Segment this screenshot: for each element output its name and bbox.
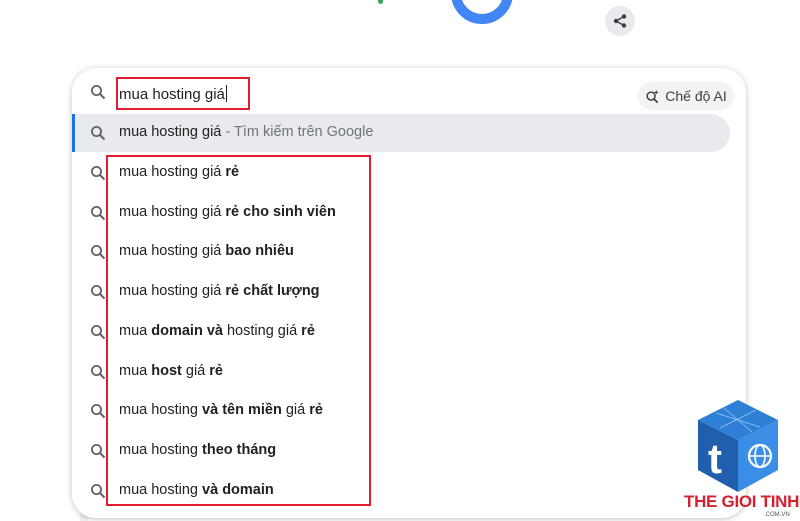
suggestion-text: mua hosting giá - Tìm kiếm trên Google xyxy=(119,124,374,140)
suggestion-text: mua hosting và tên miền giá rẻ xyxy=(119,402,323,419)
search-icon xyxy=(91,324,106,340)
search-icon xyxy=(91,443,106,459)
suggestion-item[interactable]: mua hosting theo tháng xyxy=(72,433,732,469)
search-icon xyxy=(91,483,106,498)
search-suggestions-panel: mua hosting giá Chế độ AI mua hosting gi… xyxy=(72,68,746,518)
suggestion-text: mua hosting giá rẻ cho sinh viên xyxy=(119,203,336,220)
suggestion-text: mua domain và hosting giá rẻ xyxy=(119,322,315,339)
text-caret xyxy=(225,85,227,102)
suggestion-item[interactable]: mua hosting giá rẻ cho sinh viên xyxy=(72,195,732,231)
search-icon xyxy=(91,126,106,141)
suggestion-text: mua hosting giá rẻ xyxy=(119,164,240,180)
suggestion-item[interactable]: mua hosting và tên miền giá rẻ xyxy=(72,393,732,429)
search-icon xyxy=(91,404,106,419)
suggestion-item[interactable]: mua domain và hosting giá rẻ xyxy=(72,314,732,350)
suggestion-item[interactable]: mua hosting giá rẻ chất lượng xyxy=(72,274,732,310)
search-icon xyxy=(91,364,106,379)
suggestion-item[interactable]: mua hosting giá rẻ xyxy=(72,155,732,191)
search-icon xyxy=(91,85,106,100)
search-icon xyxy=(91,166,106,181)
search-icon xyxy=(91,245,106,260)
share-icon xyxy=(613,14,627,28)
watermark-domain: .COM.VN xyxy=(764,512,790,518)
logo-green-fragment xyxy=(378,0,383,4)
search-bar: mua hosting giá Chế độ AI xyxy=(72,72,746,112)
search-input[interactable]: mua hosting giá xyxy=(119,85,227,103)
suggestion-text: mua host giá rẻ xyxy=(119,362,223,379)
search-icon xyxy=(91,285,106,300)
ai-mode-button[interactable]: Chế độ AI xyxy=(638,82,734,110)
ai-search-icon xyxy=(646,89,659,103)
suggestion-item[interactable]: mua hosting giá bao nhiêu xyxy=(72,234,732,270)
svg-text:t: t xyxy=(708,435,722,482)
suggestion-text: mua hosting giá rẻ chất lượng xyxy=(119,283,320,300)
ai-mode-label: Chế độ AI xyxy=(665,88,727,104)
suggestion-text: mua hosting theo tháng xyxy=(119,441,277,458)
suggestion-text: mua hosting giá bao nhiêu xyxy=(119,243,294,260)
suggestion-search-on-google[interactable]: mua hosting giá - Tìm kiếm trên Google xyxy=(72,115,732,151)
suggestion-item[interactable]: mua host giá rẻ xyxy=(72,354,732,390)
google-logo-fragment xyxy=(451,0,513,24)
search-icon xyxy=(91,205,106,220)
suggestion-text: mua hosting và domain xyxy=(119,481,274,498)
share-button[interactable] xyxy=(605,6,635,36)
watermark-brand: THE GIOI TINHOC xyxy=(684,492,800,511)
suggestion-item[interactable]: mua hosting và domain xyxy=(72,473,732,509)
